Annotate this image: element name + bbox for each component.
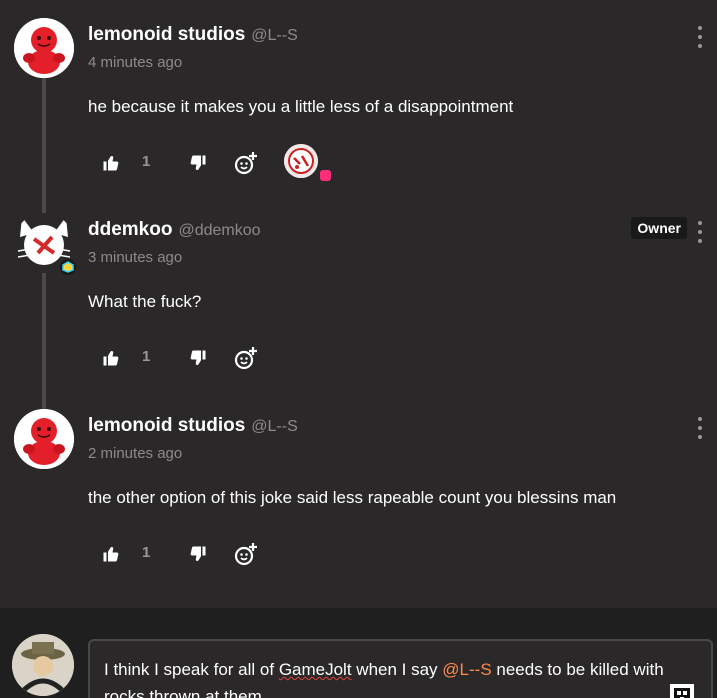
author-avatar[interactable] [14,409,74,469]
owner-badge: Owner [631,217,687,239]
comment-text: What the fuck? [88,292,202,311]
author-name[interactable]: ddemkoo [88,219,172,241]
thumbs-down-icon [190,155,206,170]
like-count[interactable]: 1 [142,153,150,170]
add-reaction-button[interactable] [231,541,261,567]
more-options-button[interactable] [693,417,707,439]
author-handle[interactable]: @L--S [251,27,297,45]
comment-actions: 1 [88,541,348,567]
comment-1: lemonoid studios @L--S 4 minutes ago he … [0,0,717,196]
timestamp[interactable]: 4 minutes ago [88,54,182,71]
comment-2: ddemkoo @ddemkoo 3 minutes ago What the … [0,195,717,391]
more-options-button[interactable] [693,221,707,243]
comment-actions: 1 [88,144,348,181]
dislike-button[interactable] [185,150,211,176]
editor-mention[interactable]: @L--S [442,660,491,679]
dislike-button[interactable] [185,345,211,371]
current-user-avatar[interactable] [12,634,74,696]
comment-editor[interactable]: I think I speak for all of GameJolt when… [88,639,713,698]
add-reaction-button[interactable] [231,345,261,371]
thumbs-up-icon [103,351,119,366]
author-name[interactable]: lemonoid studios [88,24,245,46]
timestamp[interactable]: 2 minutes ago [88,445,182,462]
liker-avatar[interactable] [284,144,318,178]
add-reaction-icon [234,152,257,175]
editor-tool-icon[interactable] [670,684,694,698]
author-handle[interactable]: @L--S [251,418,297,436]
comment-actions: 1 [88,345,348,371]
editor-text-1: I think I speak for all of [104,660,279,679]
moderator-badge-icon [60,259,76,275]
add-reaction-icon [234,347,257,370]
comment-3: lemonoid studios @L--S 2 minutes ago the… [0,391,717,587]
like-button[interactable] [98,541,124,567]
thumbs-down-icon [190,546,206,561]
comment-text: he because it makes you a little less of… [88,97,514,116]
more-options-button[interactable] [693,26,707,48]
add-reaction-icon [234,543,257,566]
author-avatar[interactable] [14,18,74,78]
reply-bar: I think I speak for all of GameJolt when… [0,608,717,698]
editor-misspelled-word: GameJolt [278,660,352,679]
like-button[interactable] [98,150,124,176]
add-reaction-button[interactable] [231,150,261,176]
comment-text: the other option of this joke said less … [88,488,617,507]
dislike-button[interactable] [185,541,211,567]
like-count[interactable]: 1 [142,348,150,365]
thumbs-up-icon [103,547,119,562]
author-handle[interactable]: @ddemkoo [178,222,260,240]
author-name[interactable]: lemonoid studios [88,415,245,437]
like-count[interactable]: 1 [142,544,150,561]
thumbs-down-icon [190,350,206,365]
timestamp[interactable]: 3 minutes ago [88,249,182,266]
liker-status-icon [320,170,331,181]
like-button[interactable] [98,345,124,371]
thumbs-up-icon [103,156,119,171]
editor-text-2: when I say [351,660,443,679]
